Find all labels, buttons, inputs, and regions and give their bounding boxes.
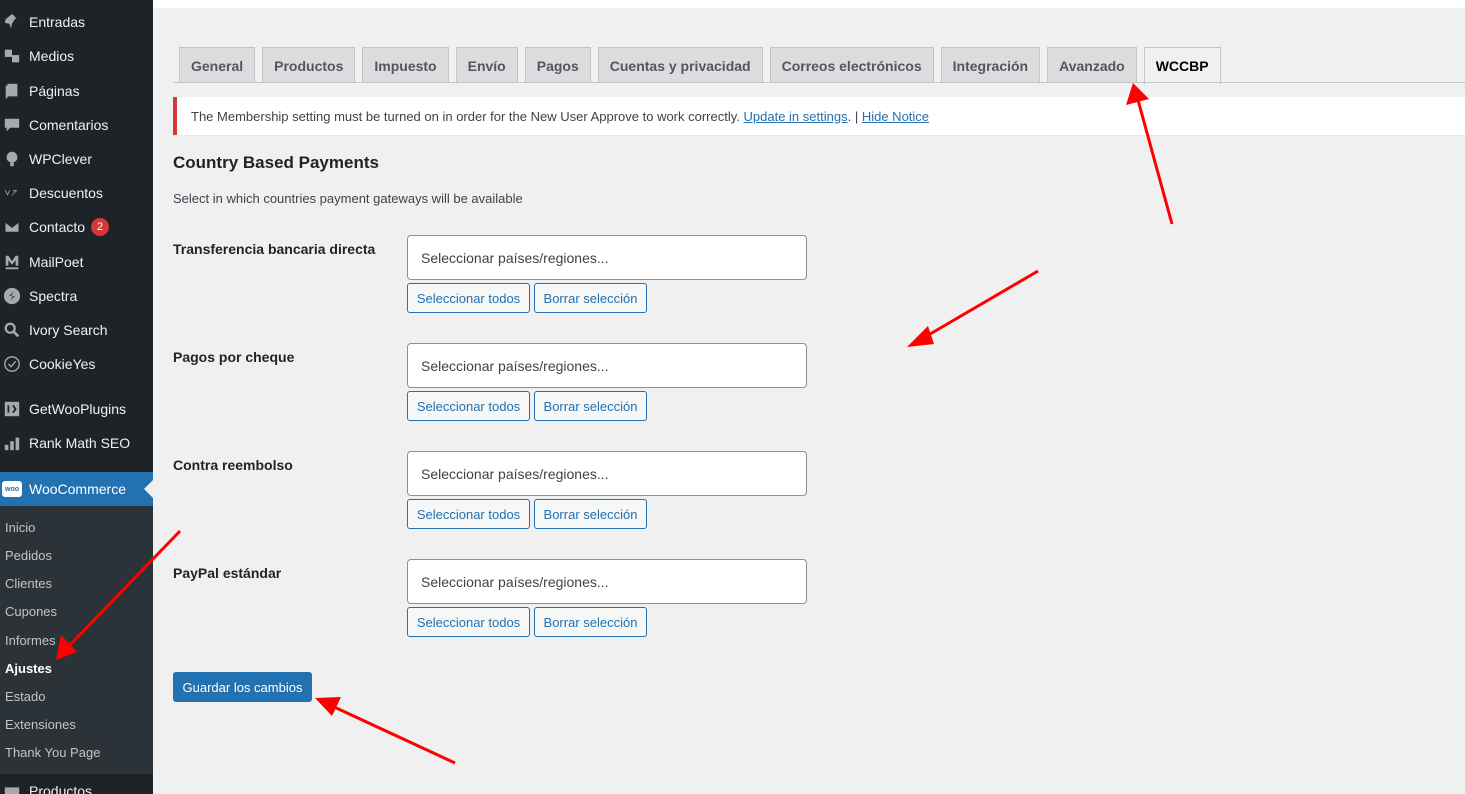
clear-selection-button[interactable]: Borrar selección (534, 499, 647, 529)
gateway-label: Transferencia bancaria directa (173, 241, 376, 257)
sidebar-item-spectra[interactable]: Spectra (0, 279, 153, 313)
sidebar-item-medios[interactable]: Medios (0, 39, 153, 73)
cookie-icon (2, 354, 22, 374)
tab-correos-electronicos[interactable]: Correos electrónicos (769, 47, 934, 83)
sidebar-item-label: Ivory Search (29, 322, 108, 338)
submenu-item-thank-you-page[interactable]: Thank You Page (5, 745, 100, 760)
select-all-button[interactable]: Seleccionar todos (407, 607, 530, 637)
countries-select[interactable]: Seleccionar países/regiones... (407, 235, 807, 280)
notice-text: The Membership setting must be turned on… (191, 108, 740, 124)
notification-badge: 2 (91, 218, 110, 236)
gateway-label: Pagos por cheque (173, 349, 295, 365)
sidebar-item-wpclever[interactable]: WPClever (0, 142, 153, 176)
admin-sidebar: Entradas Medios Páginas Comentarios WPCl… (0, 0, 153, 794)
comments-icon (2, 115, 22, 135)
sidebar-item-comentarios[interactable]: Comentarios (0, 108, 153, 142)
plugins-icon (2, 399, 22, 419)
sidebar-item-label: Páginas (29, 83, 80, 99)
countries-select[interactable]: Seleccionar países/regiones... (407, 559, 807, 604)
sidebar-item-label: Medios (29, 48, 75, 64)
tabs-divider (173, 82, 1465, 83)
notice-separator: . | (847, 108, 859, 124)
tab-cuentas-privacidad[interactable]: Cuentas y privacidad (597, 47, 763, 83)
submenu-item-estado[interactable]: Estado (5, 689, 45, 704)
select-all-button[interactable]: Seleccionar todos (407, 499, 530, 529)
sidebar-item-label: Spectra (29, 288, 78, 304)
submenu-item-ajustes[interactable]: Ajustes (5, 661, 52, 676)
media-icon (2, 46, 22, 66)
sidebar-item-label: Entradas (29, 14, 86, 30)
sidebar-item-label: Contacto (29, 219, 86, 235)
settings-tabs: General Productos Impuesto Envío Pagos C… (179, 47, 1228, 84)
sidebar-item-descuentos[interactable]: Descuentos (0, 176, 153, 210)
sidebar-item-label: GetWooPlugins (29, 401, 127, 417)
pages-icon (2, 81, 22, 101)
page-description: Select in which countries payment gatewa… (173, 191, 523, 206)
sidebar-item-productos[interactable]: Productos (0, 774, 153, 794)
tab-general[interactable]: General (179, 47, 256, 83)
tab-integracion[interactable]: Integración (940, 47, 1041, 83)
products-icon (2, 781, 22, 794)
sidebar-item-label: WooCommerce (29, 481, 126, 497)
pin-icon (2, 12, 22, 32)
sidebar-item-contacto[interactable]: Contacto 2 (0, 210, 153, 244)
search-icon (2, 320, 22, 340)
update-settings-link[interactable]: Update in settings (744, 109, 848, 124)
sidebar-item-getwooplugins[interactable]: GetWooPlugins (0, 392, 153, 426)
submenu-item-informes[interactable]: Informes (5, 633, 56, 648)
submenu-item-inicio[interactable]: Inicio (5, 520, 35, 535)
select-all-button[interactable]: Seleccionar todos (407, 283, 530, 313)
woocommerce-icon: woo (2, 479, 22, 499)
clear-selection-button[interactable]: Borrar selección (534, 391, 647, 421)
sidebar-item-rank-math-seo[interactable]: Rank Math SEO (0, 426, 153, 460)
save-changes-button[interactable]: Guardar los cambios (173, 672, 312, 702)
tab-productos[interactable]: Productos (262, 47, 356, 83)
sidebar-item-label: Productos (29, 783, 93, 794)
clear-selection-button[interactable]: Borrar selección (534, 283, 647, 313)
sidebar-item-mailpoet[interactable]: MailPoet (0, 245, 153, 279)
tab-impuesto[interactable]: Impuesto (362, 47, 449, 83)
sidebar-item-paginas[interactable]: Páginas (0, 74, 153, 108)
gateway-label: Contra reembolso (173, 457, 293, 473)
sidebar-item-label: Rank Math SEO (29, 435, 131, 451)
mail-icon (2, 217, 22, 237)
tab-wccbp[interactable]: WCCBP (1143, 47, 1221, 84)
sidebar-item-label: CookieYes (29, 356, 96, 372)
sidebar-item-label: Descuentos (29, 185, 103, 201)
countries-select[interactable]: Seleccionar países/regiones... (407, 343, 807, 388)
page-title: Country Based Payments (173, 153, 379, 172)
sidebar-item-label: WPClever (29, 151, 93, 167)
sidebar-item-woocommerce[interactable]: woo WooCommerce (0, 472, 153, 506)
chart-icon (2, 433, 22, 453)
submenu-item-clientes[interactable]: Clientes (5, 576, 52, 591)
woocommerce-submenu: Inicio Pedidos Clientes Cupones Informes… (0, 506, 153, 774)
submenu-item-cupones[interactable]: Cupones (5, 604, 57, 619)
hide-notice-link[interactable]: Hide Notice (862, 109, 929, 124)
gateway-label: PayPal estándar (173, 565, 282, 581)
top-bar (153, 0, 1465, 8)
submenu-item-extensiones[interactable]: Extensiones (5, 717, 76, 732)
submenu-item-pedidos[interactable]: Pedidos (5, 548, 52, 563)
tab-pagos[interactable]: Pagos (524, 47, 591, 83)
countries-select[interactable]: Seleccionar países/regiones... (407, 451, 807, 496)
sidebar-item-label: Comentarios (29, 117, 109, 133)
discounts-icon (2, 183, 22, 203)
sidebar-item-entradas[interactable]: Entradas (0, 5, 153, 39)
sidebar-item-ivory-search[interactable]: Ivory Search (0, 313, 153, 347)
wpclever-icon (2, 149, 22, 169)
mailpoet-icon (2, 252, 22, 272)
sidebar-item-cookieyes[interactable]: CookieYes (0, 347, 153, 381)
tab-envio[interactable]: Envío (455, 47, 518, 83)
annotation-arrow (907, 269, 1039, 347)
annotation-arrow (315, 697, 456, 765)
error-notice: The Membership setting must be turned on… (173, 97, 1465, 135)
sidebar-item-label: MailPoet (29, 254, 84, 270)
tab-avanzado[interactable]: Avanzado (1047, 47, 1137, 83)
select-all-button[interactable]: Seleccionar todos (407, 391, 530, 421)
clear-selection-button[interactable]: Borrar selección (534, 607, 647, 637)
spectra-icon (2, 286, 22, 306)
